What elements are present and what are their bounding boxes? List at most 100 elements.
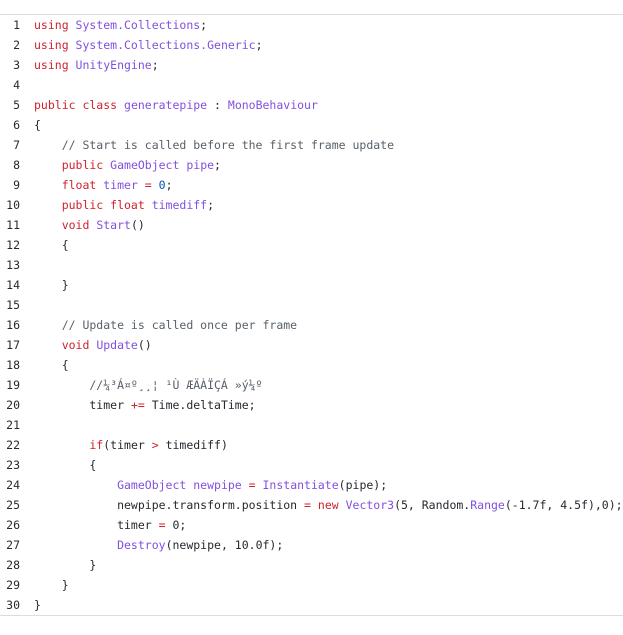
code-token: MonoBehaviour xyxy=(227,98,318,112)
line-content: public GameObject pipe; xyxy=(34,155,221,175)
line-number: 21 xyxy=(6,418,20,432)
code-line: 17 void Update() xyxy=(0,335,623,355)
line-number: 12 xyxy=(6,238,20,252)
line-number: 30 xyxy=(6,598,20,612)
code-token: = xyxy=(137,178,159,192)
code-token: pipe xyxy=(186,158,215,172)
line-number: 4 xyxy=(13,78,20,92)
code-token: (pipe); xyxy=(338,478,388,492)
code-token: public class xyxy=(34,98,125,112)
line-content: public float timediff; xyxy=(34,195,214,215)
code-token: float xyxy=(34,178,104,192)
line-content: void Start() xyxy=(34,215,145,235)
code-token: timediff xyxy=(151,198,208,212)
code-token: = xyxy=(304,498,318,512)
code-token: ; xyxy=(165,178,173,192)
code-line: 10 public float timediff; xyxy=(0,195,623,215)
code-token: new xyxy=(317,498,346,512)
code-token: timer xyxy=(34,518,159,532)
code-token: { xyxy=(34,458,97,472)
code-token: GameObject xyxy=(34,478,194,492)
code-token: Start xyxy=(96,218,131,232)
code-token: // Update is called once per frame xyxy=(34,318,298,332)
code-line: 16 // Update is called once per frame xyxy=(0,315,623,335)
code-token: System.Collections xyxy=(75,18,201,32)
code-token: Vector3 xyxy=(345,498,395,512)
code-token: { xyxy=(34,238,69,252)
code-token: Range xyxy=(470,498,505,512)
line-number: 26 xyxy=(6,518,20,532)
code-token: Destroy xyxy=(34,538,166,552)
line-content: using System.Collections.Generic; xyxy=(34,35,263,55)
line-number: 23 xyxy=(6,458,20,472)
code-token: () xyxy=(137,338,152,352)
code-line: 1 using System.Collections; xyxy=(0,15,623,35)
line-content: } xyxy=(34,595,41,615)
code-line: 5 public class generatepipe : MonoBehavio… xyxy=(0,95,623,115)
code-line: 30} xyxy=(0,595,623,615)
code-token: newpipe.transform.position xyxy=(34,498,305,512)
code-line: 18 { xyxy=(0,355,623,375)
line-number: 28 xyxy=(6,558,20,572)
code-token: using xyxy=(34,18,76,32)
code-token: 0 xyxy=(158,178,166,192)
code-token: using xyxy=(34,58,76,72)
code-token: timer xyxy=(103,178,138,192)
code-line: 9 float timer = 0; xyxy=(0,175,623,195)
line-number: 9 xyxy=(13,178,20,192)
code-line: 19 //¼³Á¤º¸¸¦ ¹Ù ÆÄÀÏÇÁ »ý¼º xyxy=(0,375,623,395)
code-token: GameObject xyxy=(110,158,187,172)
code-token: } xyxy=(34,558,97,572)
line-content: } xyxy=(34,275,69,295)
line-content: Destroy(newpipe, 10.0f); xyxy=(34,535,283,555)
code-token: UnityEngine xyxy=(75,58,152,72)
line-number: 22 xyxy=(6,438,20,452)
code-line: 28 } xyxy=(0,555,623,575)
line-number: 15 xyxy=(6,298,20,312)
code-line: 21 xyxy=(0,415,623,435)
code-token: (timer xyxy=(103,438,152,452)
code-token: = xyxy=(158,518,166,532)
code-token: void xyxy=(34,218,97,232)
line-content: { xyxy=(34,355,69,375)
code-token: newpipe xyxy=(193,478,242,492)
line-content: // Start is called before the first fram… xyxy=(34,135,394,155)
code-token: ; xyxy=(207,198,215,212)
code-token: System.Collections.Generic xyxy=(75,38,256,52)
code-line: 22 if(timer > timediff) xyxy=(0,435,623,455)
code-token: Update xyxy=(96,338,138,352)
line-content: { xyxy=(34,235,69,255)
line-content: using System.Collections; xyxy=(34,15,207,35)
code-token: Time.deltaTime; xyxy=(144,398,256,412)
code-line: 29 } xyxy=(0,575,623,595)
code-line: 20 timer += Time.deltaTime; xyxy=(0,395,623,415)
code-token: void xyxy=(34,338,97,352)
code-token: public xyxy=(34,158,111,172)
code-token: += xyxy=(130,398,145,412)
line-number: 24 xyxy=(6,478,20,492)
code-token: ; xyxy=(151,58,159,72)
line-number: 29 xyxy=(6,578,20,592)
code-token: ; xyxy=(255,38,263,52)
line-number: 3 xyxy=(13,58,20,72)
line-content: void Update() xyxy=(34,335,152,355)
line-number: 14 xyxy=(6,278,20,292)
code-token: (newpipe, 10.0f); xyxy=(165,538,284,552)
line-content: // Update is called once per frame xyxy=(34,315,297,335)
line-number: 8 xyxy=(13,158,20,172)
code-line: 23 { xyxy=(0,455,623,475)
line-content: if(timer > timediff) xyxy=(34,435,228,455)
line-content: newpipe.transform.position = new Vector3… xyxy=(34,495,623,515)
code-line: 26 timer = 0; xyxy=(0,515,623,535)
code-token: { xyxy=(34,118,41,132)
line-content: timer += Time.deltaTime; xyxy=(34,395,256,415)
code-token: (-1.7f, 4.5f),0); xyxy=(504,498,623,512)
code-token: ; xyxy=(200,18,208,32)
code-block: 1 using System.Collections; 2 using System.… xyxy=(0,15,623,615)
code-token: : xyxy=(207,98,228,112)
code-token: { xyxy=(34,358,69,372)
code-token: generatepipe xyxy=(124,98,208,112)
code-token: timer xyxy=(34,398,131,412)
code-token: } xyxy=(34,578,69,592)
code-token: > xyxy=(151,438,159,452)
